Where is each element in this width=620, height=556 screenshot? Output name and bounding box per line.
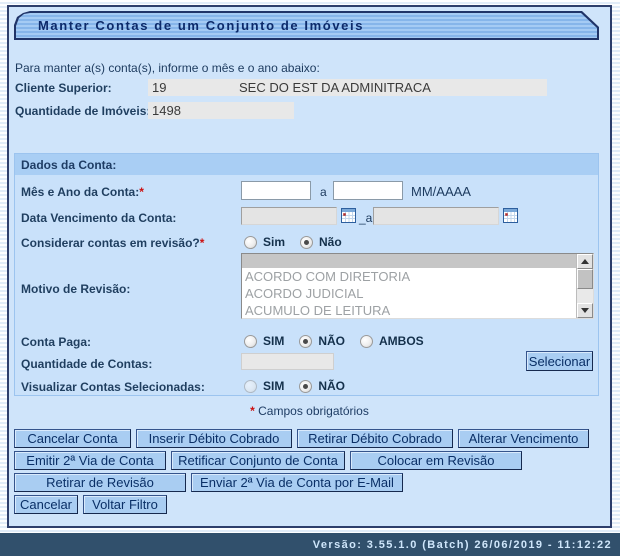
rectify-bill-set-button[interactable]: Retificar Conjunto de Conta — [171, 451, 345, 470]
section-title: Dados da Conta: — [21, 158, 116, 172]
due-date-from-input — [241, 207, 337, 225]
consider-review-nao-radio[interactable] — [300, 236, 313, 249]
up-arrow-icon — [581, 259, 589, 264]
view-selected-sim-label: SIM — [263, 379, 284, 393]
select-button[interactable]: Selecionar — [526, 351, 593, 371]
required-note-mark: * — [250, 404, 255, 418]
paid-sim-label: SIM — [263, 334, 284, 348]
required-asterisk: * — [139, 185, 144, 199]
consider-review-sim-radio[interactable] — [244, 236, 257, 249]
quantity-label: Quantidade de Contas: — [21, 357, 152, 371]
due-date-label: Data Vencimento da Conta: — [21, 211, 176, 225]
consider-review-label-text: Considerar contas em revisão? — [21, 236, 200, 250]
properties-count-field: 1498 — [148, 102, 294, 119]
client-name-field: SEC DO EST DA ADMINITRACA — [235, 79, 547, 96]
client-label: Cliente Superior: — [15, 81, 112, 95]
view-selected-radiogroup: SIM NÃO — [244, 378, 345, 394]
required-note-text: Campos obrigatórios — [258, 404, 369, 418]
month-year-separator: a — [320, 185, 327, 199]
title-bar-inner: Manter Contas de um Conjunto de Imóveis — [16, 13, 597, 38]
page-title: Manter Contas de um Conjunto de Imóveis — [38, 18, 364, 33]
calendar-icon-glyph — [503, 208, 518, 223]
scroll-up-button[interactable] — [577, 254, 593, 269]
remove-from-review-button[interactable]: Retirar de Revisão — [14, 473, 186, 492]
required-asterisk: * — [200, 236, 205, 250]
month-year-to-input[interactable] — [333, 181, 403, 200]
action-row-3: Retirar de Revisão Enviar 2ª Via de Cont… — [14, 473, 403, 492]
paid-ambos-radio[interactable] — [360, 335, 373, 348]
title-bar: Manter Contas de um Conjunto de Imóveis — [14, 11, 599, 40]
listbox-option[interactable]: ACUMULO DE LEITURA — [242, 302, 576, 319]
scrollbar-thumb[interactable] — [577, 269, 593, 289]
listbox-option[interactable]: ACORDO JUDICIAL — [242, 285, 576, 302]
view-selected-nao-radio[interactable] — [299, 380, 312, 393]
listbox-option-empty[interactable] — [242, 254, 576, 268]
consider-review-label: Considerar contas em revisão?* — [21, 236, 204, 250]
view-selected-sim-radio[interactable] — [244, 380, 257, 393]
back-to-filter-button[interactable]: Voltar Filtro — [83, 495, 167, 514]
scroll-down-button[interactable] — [577, 303, 593, 318]
consider-review-radiogroup: Sim Não — [244, 234, 342, 250]
paid-nao-label: NÃO — [318, 334, 345, 348]
cancel-button[interactable]: Cancelar — [14, 495, 78, 514]
view-selected-label: Visualizar Contas Selecionadas: — [21, 380, 205, 394]
paid-sim-radio[interactable] — [244, 335, 257, 348]
review-reason-listbox[interactable]: ACORDO COM DIRETORIA ACORDO JUDICIAL ACU… — [241, 253, 594, 319]
calendar-icon[interactable] — [503, 208, 518, 223]
paid-label: Conta Paga: — [21, 335, 91, 349]
month-year-label-text: Mês e Ano da Conta: — [21, 185, 139, 199]
insert-charged-debit-button[interactable]: Inserir Débito Cobrado — [136, 429, 292, 448]
date-format-hint: MM/AAAA — [411, 184, 471, 199]
paid-ambos-label: AMBOS — [379, 334, 424, 348]
place-in-review-button[interactable]: Colocar em Revisão — [350, 451, 522, 470]
quantity-field — [241, 353, 334, 370]
month-year-from-input[interactable] — [241, 181, 311, 200]
due-date-to-input — [373, 207, 499, 225]
due-date-separator: _a — [359, 211, 372, 225]
view-selected-nao-label: NÃO — [318, 379, 345, 393]
intro-text: Para manter a(s) conta(s), informe o mês… — [15, 61, 320, 75]
action-row-1: Cancelar Conta Inserir Débito Cobrado Re… — [14, 429, 589, 448]
send-duplicate-by-email-button[interactable]: Enviar 2ª Via de Conta por E-Mail — [191, 473, 403, 492]
consider-review-nao-label: Não — [319, 235, 342, 249]
account-data-section: Dados da Conta: Mês e Ano da Conta:* a M… — [14, 153, 599, 396]
down-arrow-icon — [581, 308, 589, 313]
remove-charged-debit-button[interactable]: Retirar Débito Cobrado — [297, 429, 453, 448]
issue-duplicate-bill-button[interactable]: Emitir 2ª Via de Conta — [14, 451, 166, 470]
consider-review-sim-label: Sim — [263, 235, 285, 249]
properties-label: Quantidade de Imóveis: — [15, 104, 150, 118]
action-row-4: Cancelar Voltar Filtro — [14, 495, 167, 514]
paid-radiogroup: SIM NÃO AMBOS — [244, 333, 424, 349]
listbox-option[interactable]: ACORDO COM DIRETORIA — [242, 268, 576, 285]
cancel-account-button[interactable]: Cancelar Conta — [14, 429, 131, 448]
review-reason-label: Motivo de Revisão: — [21, 282, 130, 296]
page: Manter Contas de um Conjunto de Imóveis … — [0, 0, 620, 556]
change-due-date-button[interactable]: Alterar Vencimento — [458, 429, 589, 448]
main-panel: Manter Contas de um Conjunto de Imóveis … — [7, 5, 612, 528]
footer-bar: Versão: 3.55.1.0 (Batch) 26/06/2019 - 11… — [0, 533, 620, 556]
version-text: Versão: 3.55.1.0 (Batch) 26/06/2019 - 11… — [313, 539, 612, 551]
action-row-2: Emitir 2ª Via de Conta Retificar Conjunt… — [14, 451, 522, 470]
paid-nao-radio[interactable] — [299, 335, 312, 348]
calendar-icon-glyph — [341, 208, 356, 223]
required-note: * Campos obrigatórios — [9, 404, 610, 418]
month-year-label: Mês e Ano da Conta:* — [21, 185, 144, 199]
section-header: Dados da Conta: — [15, 154, 598, 175]
listbox-scrollbar[interactable] — [576, 254, 593, 318]
calendar-icon[interactable] — [341, 208, 356, 223]
